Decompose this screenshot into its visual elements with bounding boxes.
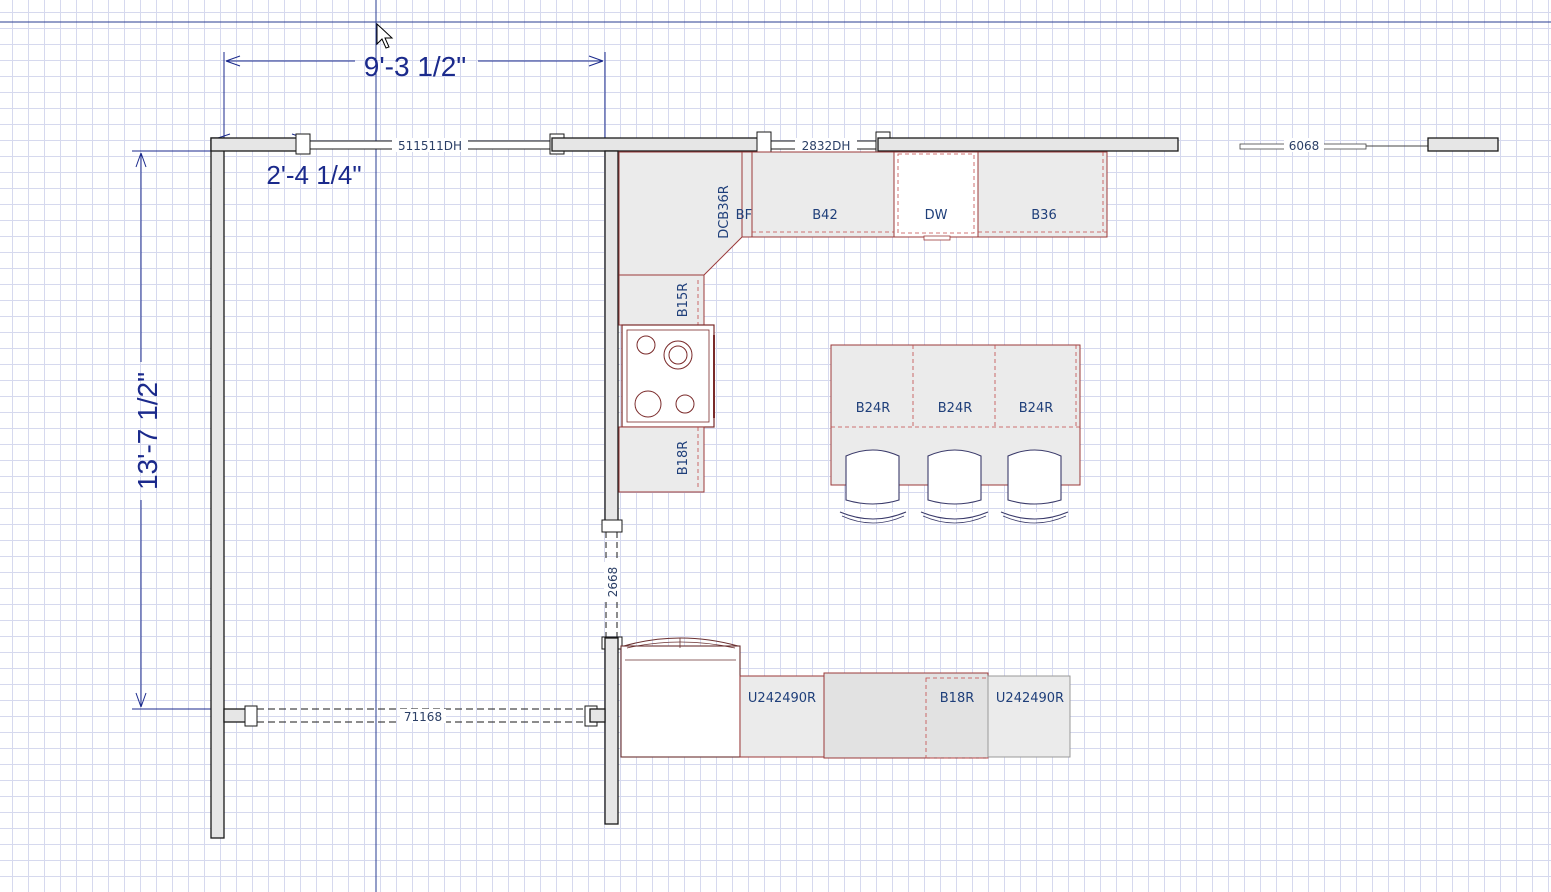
cursor-arrow-icon bbox=[376, 22, 394, 49]
dimension-window-offset-label: 2'-4 1/4" bbox=[266, 160, 361, 190]
cabinet-u242490r-left[interactable] bbox=[739, 675, 825, 758]
wall-interior-upper[interactable] bbox=[604, 150, 619, 532]
cabinet-b18r-left-label: B18R bbox=[676, 441, 691, 476]
cabinet-b42-label: B42 bbox=[812, 208, 837, 223]
wall-top-right[interactable] bbox=[877, 137, 1179, 152]
cabinet-b36-label: B36 bbox=[1031, 208, 1056, 223]
door-vertical-label: 2668 bbox=[606, 567, 620, 598]
dishwasher-label: DW bbox=[925, 208, 948, 223]
cabinet-run-bottom[interactable]: U242490R B18R U242490R bbox=[620, 637, 1071, 759]
cabinet-b42[interactable] bbox=[751, 151, 895, 238]
stool-icon[interactable] bbox=[839, 449, 907, 524]
window-top-left-label: 511511DH bbox=[398, 139, 462, 153]
cabinet-corner-label: DCB36R bbox=[717, 185, 732, 239]
door-far-right-label: 6068 bbox=[1289, 139, 1320, 153]
wall-far-right-stub[interactable] bbox=[1427, 137, 1499, 152]
cabinet-b18r-bottom-label: B18R bbox=[940, 691, 975, 706]
floor-plan-canvas[interactable]: 9'-3 1/2" 13'-7 1/2" 2'-4 1/4" 511511DH … bbox=[0, 0, 1551, 892]
cabinet-u242490r-left-label: U242490R bbox=[748, 691, 816, 706]
cabinet-b15r[interactable] bbox=[618, 274, 705, 326]
wall-top-middle[interactable] bbox=[551, 137, 763, 152]
door-bottom-label: 71168 bbox=[404, 710, 442, 724]
stool-icon[interactable] bbox=[1000, 449, 1069, 524]
wall-top-left[interactable] bbox=[210, 137, 300, 152]
island-cabinet-1-label: B24R bbox=[856, 401, 891, 416]
window-top-right-label: 2832DH bbox=[802, 139, 851, 153]
dimension-left-height[interactable]: 13'-7 1/2" bbox=[132, 150, 215, 710]
dimension-left-height-label: 13'-7 1/2" bbox=[132, 372, 163, 490]
cabinet-b36[interactable] bbox=[977, 151, 1108, 238]
cabinet-bottom-middle[interactable] bbox=[823, 672, 989, 759]
stool-icon[interactable] bbox=[920, 449, 989, 524]
dimension-top-width[interactable]: 9'-3 1/2" bbox=[223, 51, 606, 140]
cabinet-b15r-label: B15R bbox=[676, 283, 691, 318]
cabinet-u242490r-right[interactable] bbox=[987, 675, 1071, 758]
island-cabinet-2-label: B24R bbox=[938, 401, 973, 416]
cooktop-icon[interactable] bbox=[621, 324, 715, 428]
cabinet-b18r-left[interactable] bbox=[618, 426, 705, 493]
dimension-top-width-label: 9'-3 1/2" bbox=[364, 51, 466, 82]
refrigerator-icon[interactable] bbox=[620, 637, 741, 758]
dishwasher[interactable] bbox=[893, 151, 979, 238]
wall-interior-lower[interactable] bbox=[604, 637, 619, 825]
island-cabinet-3-label: B24R bbox=[1019, 401, 1054, 416]
wall-left[interactable] bbox=[210, 137, 225, 839]
cabinet-u242490r-right-label: U242490R bbox=[996, 691, 1064, 706]
